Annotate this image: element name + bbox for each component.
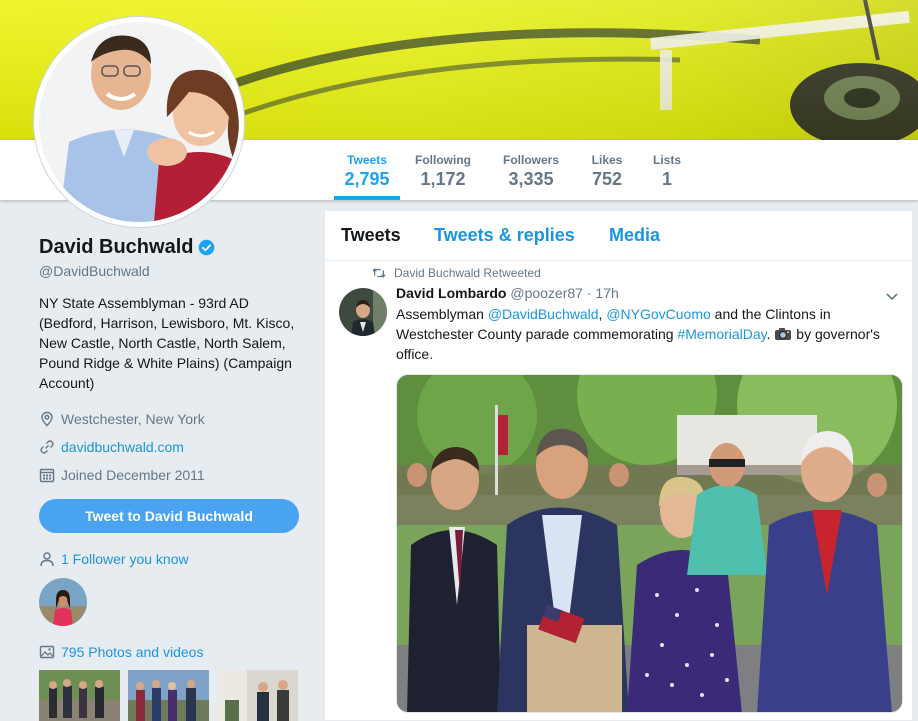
tweet-to-button[interactable]: Tweet to David Buchwald [39,499,299,533]
tab-tweets-replies[interactable]: Tweets & replies [434,225,575,246]
mention-link[interactable]: @NYGovCuomo [606,306,710,322]
tweet-text: Assemblyman @DavidBuchwald, @NYGovCuomo … [396,304,906,364]
location-pin-icon [41,411,53,427]
stat-value: 752 [591,169,623,189]
retweet-context-text[interactable]: David Buchwald Retweeted [394,266,541,280]
tweet-text-part: Assemblyman [396,306,488,322]
stat-value: 2,795 [344,169,390,189]
tweet-separator: · [586,285,592,301]
timeline: Tweets Tweets & replies Media David Buch… [324,210,914,721]
stat-likes[interactable]: Likes 752 [583,140,631,200]
followers-you-know-link[interactable]: 1 Follower you know [61,551,189,567]
tweet-timestamp[interactable]: 17h [595,285,618,301]
photos-videos-link[interactable]: 795 Photos and videos [61,644,203,660]
followers-you-know: 1 Follower you know [39,551,189,567]
follower-avatar[interactable] [39,578,87,626]
tweet-header: David Lombardo @poozer87 · 17h [396,285,619,301]
stat-label: Following [415,153,471,167]
tweet-text-part: . [766,326,775,342]
stat-followers[interactable]: Followers 3,335 [498,140,564,200]
tweet-media-photo[interactable] [396,374,903,713]
tweet-author-name[interactable]: David Lombardo [396,285,506,301]
media-thumbnail[interactable] [217,670,298,721]
calendar-icon [39,468,55,483]
mention-link[interactable]: @DavidBuchwald [488,306,599,322]
person-icon [40,552,54,567]
chevron-down-icon[interactable] [885,289,899,303]
stat-tweets[interactable]: Tweets 2,795 [334,140,400,200]
hashtag-link[interactable]: #MemorialDay [677,326,766,342]
stat-label: Followers [502,153,559,167]
retweet-context: David Buchwald Retweeted [372,266,541,280]
media-thumbnail[interactable] [39,670,120,721]
verified-badge-icon [199,239,215,256]
profile-handle[interactable]: @DavidBuchwald [39,263,309,279]
stat-value: 3,335 [508,169,554,189]
profile-bio: NY State Assemblyman - 93rd AD (Bedford,… [39,295,295,391]
stat-label: Likes [591,153,623,167]
profile-website: davidbuchwald.com [39,433,309,461]
profile-card: David Buchwald @DavidBuchwald NY State A… [39,236,309,489]
media-thumbnail[interactable] [128,670,209,721]
tab-tweets[interactable]: Tweets [341,225,401,246]
stat-following[interactable]: Following 1,172 [410,140,476,200]
tab-media[interactable]: Media [609,225,660,246]
stat-value: 1 [661,169,672,189]
profile-name[interactable]: David Buchwald [39,236,193,259]
tweet-author-handle[interactable]: @poozer87 [510,285,583,301]
photos-videos: 795 Photos and videos [39,644,203,660]
image-icon [39,645,55,659]
timeline-tabs: Tweets Tweets & replies Media [325,211,914,261]
profile-location: Westchester, New York [39,405,309,433]
camera-emoji-icon [775,328,792,340]
stat-lists[interactable]: Lists 1 [646,140,688,200]
profile-joined: Joined December 2011 [39,461,309,489]
retweet-icon [372,268,386,278]
profile-avatar[interactable] [34,17,244,227]
joined-text: Joined December 2011 [61,467,205,483]
link-icon [40,440,54,454]
website-link[interactable]: davidbuchwald.com [61,439,184,455]
tweet-author-avatar[interactable] [339,288,387,336]
stat-label: Tweets [347,153,387,167]
location-text: Westchester, New York [61,411,205,427]
stat-value: 1,172 [420,169,466,189]
stat-label: Lists [652,153,681,167]
profile-page: Tweets 2,795 Following 1,172 Followers 3… [0,0,918,721]
